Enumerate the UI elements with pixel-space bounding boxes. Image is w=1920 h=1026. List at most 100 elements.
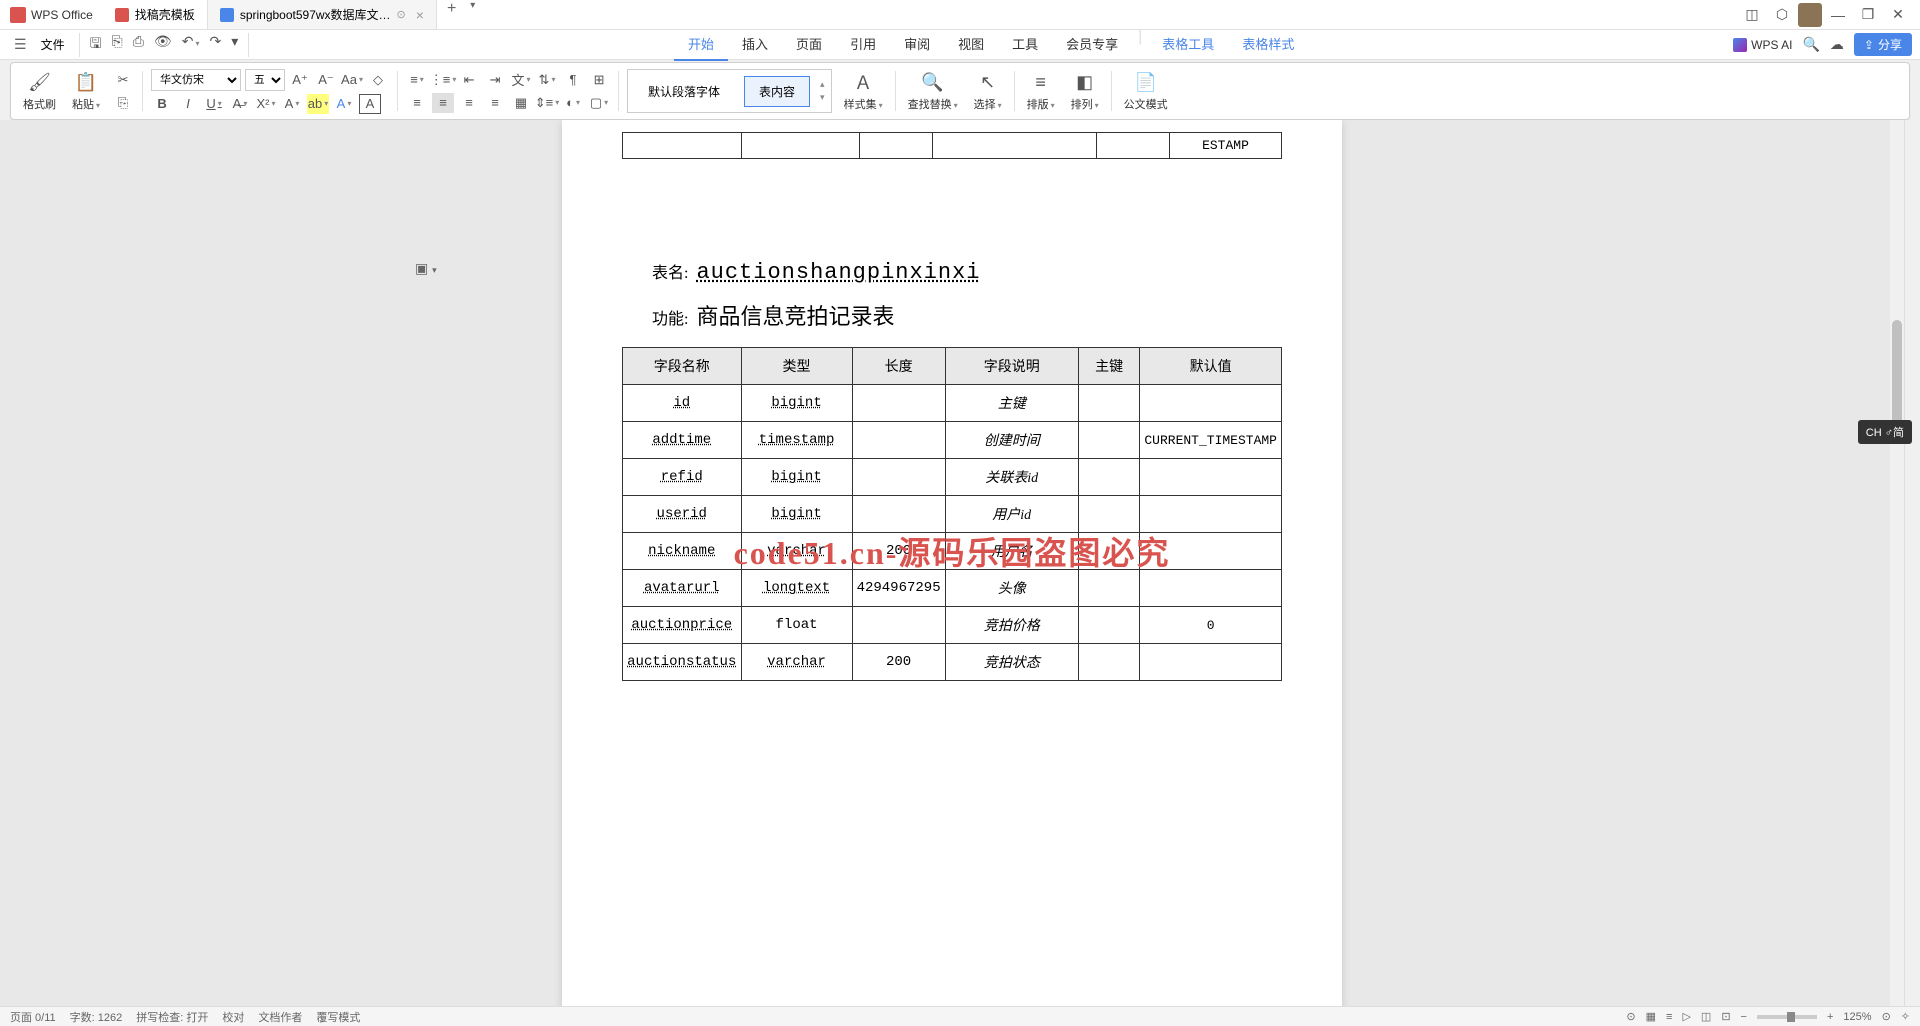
hamburger-icon[interactable]: ☰ [8,36,33,53]
tab-view[interactable]: 视图 [944,28,998,61]
td-desc[interactable]: 用户名 [945,533,1078,570]
tab-start[interactable]: 开始 [674,28,728,61]
td-length[interactable]: 4294967295 [852,570,945,607]
share-button[interactable]: ⇪ 分享 [1854,33,1912,56]
style-scroll-up[interactable]: ▴ [820,79,825,90]
style-default-para[interactable]: 默认段落字体 [634,77,734,106]
td-type[interactable]: bigint [741,496,852,533]
align-justify-icon[interactable]: ≡ [484,93,506,113]
clear-format-icon[interactable]: ◇ [367,70,389,90]
zoom-value[interactable]: 125% [1843,1011,1871,1023]
td-type[interactable]: bigint [741,459,852,496]
box-icon[interactable]: ⬡ [1768,1,1796,29]
td-field[interactable]: avatarurl [623,570,742,607]
status-proof[interactable]: 校对 [222,1009,244,1025]
redo-icon[interactable]: ↷ [209,33,221,57]
number-list-icon[interactable]: ⋮≡▾ [432,70,454,90]
shading-icon[interactable]: ◐▾ [562,93,584,113]
th-length[interactable]: 长度 [852,348,945,385]
table-anchor-icon[interactable]: ▣ ▾ [415,260,437,277]
pin-icon[interactable]: ⊙ [397,8,406,21]
view-icon-1[interactable]: ⊙ [1626,1010,1635,1023]
td-default[interactable] [1140,496,1282,533]
zoom-in[interactable]: + [1827,1011,1833,1023]
td-desc[interactable]: 竞拍状态 [945,644,1078,681]
td-type[interactable]: timestamp [741,422,852,459]
right-sidebar[interactable] [1904,120,1920,1006]
status-spell[interactable]: 拼写检查: 打开 [136,1009,208,1025]
bordered-a-button[interactable]: A [359,94,381,114]
th-field[interactable]: 字段名称 [623,348,742,385]
td-default[interactable] [1140,644,1282,681]
workspace-icon[interactable]: ◫ [1738,1,1766,29]
font-size-select[interactable]: 五号 [245,69,285,91]
td-default[interactable] [1140,459,1282,496]
td-field[interactable]: nickname [623,533,742,570]
decrease-indent-icon[interactable]: ⇤ [458,70,480,90]
td-field[interactable]: addtime [623,422,742,459]
th-default[interactable]: 默认值 [1140,348,1282,385]
td-length[interactable] [852,422,945,459]
td-type[interactable]: varchar [741,644,852,681]
td-default[interactable] [1140,570,1282,607]
td-length[interactable] [852,459,945,496]
new-tab-button[interactable]: + [437,0,466,29]
sort-group[interactable]: ≡ 排版▾ [1023,70,1059,112]
undo-icon[interactable]: ↶▾ [182,33,200,57]
td-default[interactable]: 0 [1140,607,1282,644]
distribute-icon[interactable]: ▦ [510,93,532,113]
status-page[interactable]: 页面 0/11 [10,1009,56,1025]
minimize-button[interactable]: — [1824,1,1852,29]
td-field[interactable]: auctionprice [623,607,742,644]
status-mode[interactable]: 覆写模式 [316,1009,360,1025]
func-value[interactable]: 商品信息竞拍记录表 [696,299,894,331]
tab-review[interactable]: 审阅 [890,28,944,61]
ime-indicator[interactable]: CH ♂简 [1858,420,1912,444]
tab-member[interactable]: 会员专享 [1052,28,1132,61]
bullet-list-icon[interactable]: ≡▾ [406,70,428,90]
tab-insert[interactable]: 插入 [728,28,782,61]
td-pk[interactable] [1078,496,1139,533]
td-length[interactable]: 200 [852,644,945,681]
close-button[interactable]: ✕ [1884,1,1912,29]
save-icon[interactable]: 🖫 [90,33,102,57]
wps-ai-button[interactable]: WPS AI [1733,38,1792,52]
border-icon[interactable]: ⊞ [588,70,610,90]
td-field[interactable]: auctionstatus [623,644,742,681]
style-set-group[interactable]: Ａ 样式集▾ [840,70,887,112]
td-field[interactable]: userid [623,496,742,533]
td-length[interactable]: 200 [852,533,945,570]
td-length[interactable] [852,385,945,422]
view-icon-5[interactable]: ◫ [1701,1010,1711,1023]
td-default[interactable]: CURRENT_TIMESTAMP [1140,422,1282,459]
style-scroll-down[interactable]: ▾ [820,92,825,103]
td-pk[interactable] [1078,459,1139,496]
cut-icon[interactable]: ✂ [112,70,134,90]
prev-table-fragment[interactable]: ESTAMP [622,132,1282,159]
document-page[interactable]: ESTAMP 表名: auctionshangpinxinxi 功能: 商品信息… [562,120,1342,1006]
zoom-slider[interactable] [1757,1015,1817,1019]
maximize-button[interactable]: ❐ [1854,1,1882,29]
td-desc[interactable]: 用户id [945,496,1078,533]
tab-table-tools[interactable]: 表格工具 [1148,28,1228,61]
show-marks-icon[interactable]: ¶ [562,70,584,90]
view-icon-6[interactable]: ⊡ [1721,1010,1730,1023]
format-painter-group[interactable]: 🖌 格式刷 [19,70,60,112]
status-words[interactable]: 字数: 1262 [70,1009,123,1025]
arrange-group[interactable]: ◧ 排列▾ [1067,70,1103,112]
td-type[interactable]: bigint [741,385,852,422]
th-desc[interactable]: 字段说明 [945,348,1078,385]
tab-springboot-doc[interactable]: springboot597wx数据库文… ⊙ × [208,0,437,29]
style-table-content[interactable]: 表内容 [744,76,810,107]
td-default[interactable] [1140,533,1282,570]
td-desc[interactable]: 创建时间 [945,422,1078,459]
status-extra-2[interactable]: ✧ [1901,1010,1910,1023]
schema-table[interactable]: 字段名称 类型 长度 字段说明 主键 默认值 idbigint主键addtime… [622,347,1282,681]
highlight-button[interactable]: ab▾ [307,94,329,114]
view-icon-2[interactable]: ▦ [1646,1010,1656,1023]
table-row[interactable]: idbigint主键 [623,385,1282,422]
table-row[interactable]: auctionstatusvarchar200竞拍状态 [623,644,1282,681]
increase-indent-icon[interactable]: ⇥ [484,70,506,90]
more-icon[interactable]: ▾ [231,33,238,57]
td-pk[interactable] [1078,533,1139,570]
